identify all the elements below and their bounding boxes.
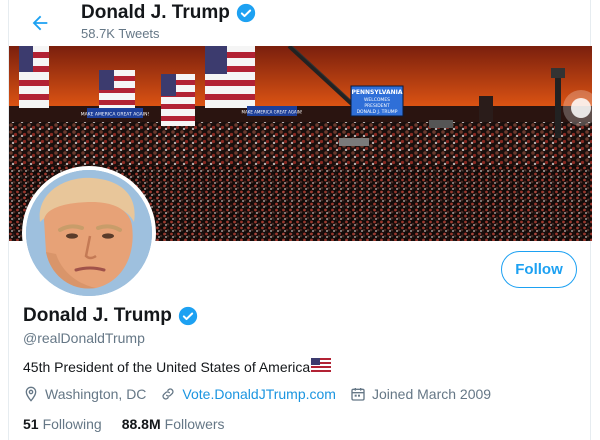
us-flag-emoji-icon bbox=[311, 358, 332, 375]
profile-meta: Washington, DC Vote.DonaldJTrump.com Joi… bbox=[23, 386, 505, 402]
verified-badge-icon bbox=[236, 3, 256, 23]
followers-label: Followers bbox=[164, 416, 225, 432]
joined-text: Joined March 2009 bbox=[371, 386, 492, 402]
back-button[interactable] bbox=[25, 8, 55, 38]
sign-line-1: PENNSYLVANIA bbox=[352, 89, 403, 96]
pennsylvania-sign: PENNSYLVANIA WELCOMES PRESIDENT DONALD J… bbox=[350, 85, 404, 117]
following-count: 51 bbox=[23, 416, 39, 432]
website-link[interactable]: Vote.DonaldJTrump.com bbox=[182, 386, 336, 402]
followers-count: 88.8M bbox=[121, 416, 161, 432]
calendar-icon bbox=[351, 388, 365, 401]
location-pin-icon bbox=[25, 386, 37, 402]
website-item: Vote.DonaldJTrump.com bbox=[160, 386, 336, 402]
profile-header-bar: Donald J. Trump 58.7K Tweets bbox=[9, 0, 590, 46]
flag-center bbox=[205, 46, 255, 108]
profile-handle: @realDonaldTrump bbox=[23, 330, 145, 346]
sign-line-3: PRESIDENT bbox=[364, 103, 390, 109]
back-arrow-icon bbox=[32, 15, 48, 31]
following-label: Following bbox=[42, 416, 102, 432]
followers-stat[interactable]: 88.8M Followers bbox=[122, 416, 225, 432]
banner-sign-1: MAKE AMERICA GREAT AGAIN! bbox=[81, 112, 150, 118]
profile-page: Donald J. Trump 58.7K Tweets MAKE AMERIC… bbox=[8, 0, 592, 440]
header-name: Donald J. Trump bbox=[81, 2, 230, 23]
header-title: Donald J. Trump bbox=[81, 2, 256, 24]
profile-stats: 51 Following 88.8M Followers bbox=[23, 416, 245, 432]
joined-item: Joined March 2009 bbox=[350, 386, 491, 402]
flag-left bbox=[19, 46, 49, 108]
profile-name: Donald J. Trump bbox=[23, 305, 172, 326]
follow-button[interactable]: Follow bbox=[501, 251, 577, 288]
profile-avatar[interactable] bbox=[22, 166, 156, 300]
sign-line-2: WELCOMES bbox=[364, 97, 390, 103]
location-item: Washington, DC bbox=[23, 386, 146, 402]
profile-name-row: Donald J. Trump bbox=[23, 305, 198, 327]
following-stat[interactable]: 51 Following bbox=[23, 416, 102, 432]
tweet-count: 58.7K Tweets bbox=[81, 26, 160, 41]
sign-line-4: DONALD J. TRUMP bbox=[357, 109, 398, 115]
bio-text: 45th President of the United States of A… bbox=[23, 358, 311, 375]
link-icon bbox=[162, 388, 174, 400]
verified-badge-icon bbox=[178, 306, 198, 326]
banner-sign-2: MAKE AMERICA GREAT AGAIN! bbox=[242, 110, 303, 115]
location-text: Washington, DC bbox=[45, 386, 147, 402]
profile-bio: 45th President of the United States of A… bbox=[23, 358, 332, 375]
